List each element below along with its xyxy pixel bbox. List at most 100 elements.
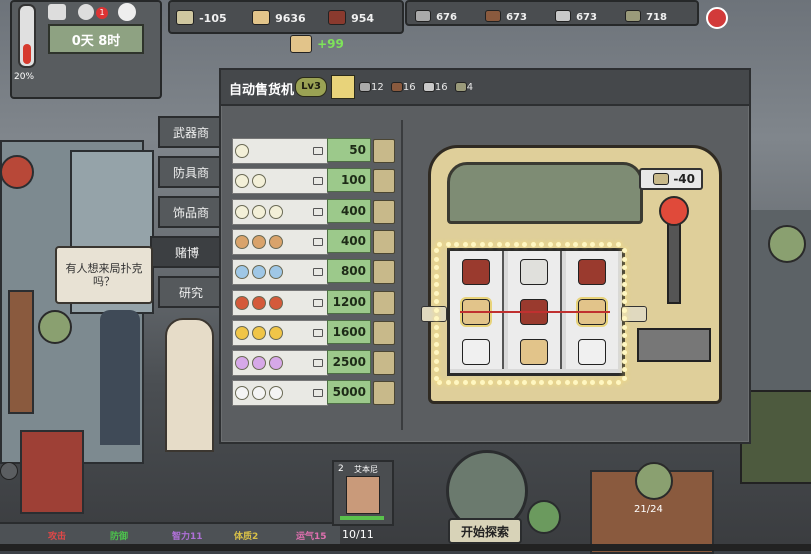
marquee-light [556, 380, 561, 385]
tab-weapons[interactable]: 武器商 [158, 116, 222, 148]
tab-armor[interactable]: 防具商 [158, 156, 222, 188]
marquee-light [547, 242, 553, 247]
shop-row[interactable]: 1600 [232, 319, 395, 346]
shop-item-cell [232, 198, 328, 225]
marquee-light [434, 282, 439, 287]
refresh-icon[interactable] [527, 500, 561, 534]
marquee-light [590, 380, 595, 385]
quantity-icon [313, 328, 323, 337]
blue-card-icon [252, 265, 266, 280]
collapse-arrow-icon[interactable] [0, 462, 18, 480]
marquee-light [513, 242, 519, 247]
stat-label: 运气15 [296, 532, 327, 542]
character-card[interactable]: 2 艾本尼 [332, 460, 394, 526]
shop-row[interactable]: 50 [232, 138, 395, 164]
survivors-icon[interactable] [48, 4, 66, 20]
pause-button[interactable] [706, 7, 728, 29]
shop-row[interactable]: 1200 [232, 289, 395, 316]
price-label: 50 [327, 138, 371, 162]
blue-card-icon [235, 265, 249, 280]
marquee-light [622, 265, 627, 270]
tab-research[interactable]: 研究 [158, 276, 222, 308]
marquee-light [622, 324, 627, 330]
shop-building-icon[interactable] [38, 310, 72, 344]
stone-icon [415, 9, 431, 22]
buy-ticket-button[interactable] [373, 139, 395, 163]
gain-popup: +99 [290, 33, 344, 53]
marquee-light [573, 242, 578, 247]
marquee-light [445, 380, 451, 385]
time-panel: 20% 1 0天 8时 [10, 0, 162, 99]
buy-ticket-button[interactable] [373, 260, 395, 285]
tab-gambling[interactable]: 赌博 [150, 236, 222, 268]
lever-knob[interactable] [659, 196, 689, 226]
buy-ticket-button[interactable] [373, 199, 395, 224]
stat-label: 防御 [110, 532, 129, 542]
upgrade-button[interactable] [331, 75, 355, 99]
marquee-light [607, 380, 612, 385]
diamond-icon [235, 386, 249, 401]
tools-icon[interactable] [768, 225, 806, 263]
marquee-light [462, 242, 468, 247]
flower-token-icon [252, 204, 266, 219]
marquee-light [622, 316, 627, 321]
blue-card-icon [269, 265, 283, 280]
wood-icon [390, 82, 403, 92]
shop-row[interactable]: 400 [232, 228, 395, 255]
upgrade-costs: 12 16 16 4 [359, 82, 473, 93]
water-can-icon [462, 259, 490, 285]
shop-row[interactable]: 800 [232, 259, 395, 286]
shop-item-cell [232, 138, 328, 164]
buy-ticket-button[interactable] [373, 169, 395, 194]
shop-row[interactable]: 2500 [232, 350, 395, 377]
vending-machine-icon[interactable] [20, 430, 84, 514]
shop-row[interactable]: 100 [232, 168, 395, 195]
buy-ticket-button[interactable] [373, 290, 395, 315]
materials-bar: 676 673 673 718 [405, 0, 699, 26]
marquee-light [573, 380, 578, 385]
parts-icon [454, 82, 467, 92]
lever-shaft [667, 218, 681, 304]
resource-food: -105 [176, 7, 227, 26]
quantity-icon [313, 359, 323, 368]
car-building-icon[interactable] [635, 462, 673, 500]
marquee-light [496, 242, 502, 247]
wood-icon [485, 9, 501, 22]
marquee-light [530, 242, 536, 247]
marquee-light [434, 316, 439, 321]
medkit-icon [462, 339, 490, 365]
tab-accessories[interactable]: 饰品商 [158, 196, 222, 228]
marquee-light [437, 380, 442, 385]
buy-ticket-button[interactable] [373, 320, 395, 345]
marquee-light [622, 358, 627, 364]
marquee-light [564, 242, 570, 247]
shop-row[interactable]: 5000 [232, 380, 395, 407]
price-label: 400 [327, 228, 371, 253]
hooded-merchant-figure[interactable] [165, 318, 214, 452]
marquee-light [471, 242, 476, 247]
marquee-light [615, 380, 621, 385]
marquee-light [622, 307, 627, 313]
marquee-light [622, 273, 627, 279]
marquee-light [434, 299, 439, 304]
skull-icon[interactable] [78, 4, 94, 20]
price-label: 1200 [327, 289, 371, 314]
marquee-light [437, 242, 442, 247]
buy-ticket-button[interactable] [373, 351, 395, 376]
buy-ticket-button[interactable] [373, 381, 395, 406]
copper-coin-icon [252, 234, 266, 249]
buy-ticket-button[interactable] [373, 229, 395, 254]
red-cross-sign-icon [0, 155, 34, 189]
marquee-light [622, 299, 627, 304]
alert-badge: 1 [96, 7, 108, 19]
marquee-light [598, 242, 604, 247]
quantity-icon [313, 298, 323, 307]
temperature-label: 20% [14, 72, 35, 82]
start-explore-button[interactable]: 开始探索 [448, 518, 522, 544]
marquee-light [581, 242, 587, 247]
level-badge: Lv3 [295, 77, 327, 97]
marquee-light [434, 265, 439, 270]
marquee-light [488, 242, 493, 247]
stat-label: 智力11 [172, 532, 203, 542]
shop-row[interactable]: 400 [232, 198, 395, 225]
